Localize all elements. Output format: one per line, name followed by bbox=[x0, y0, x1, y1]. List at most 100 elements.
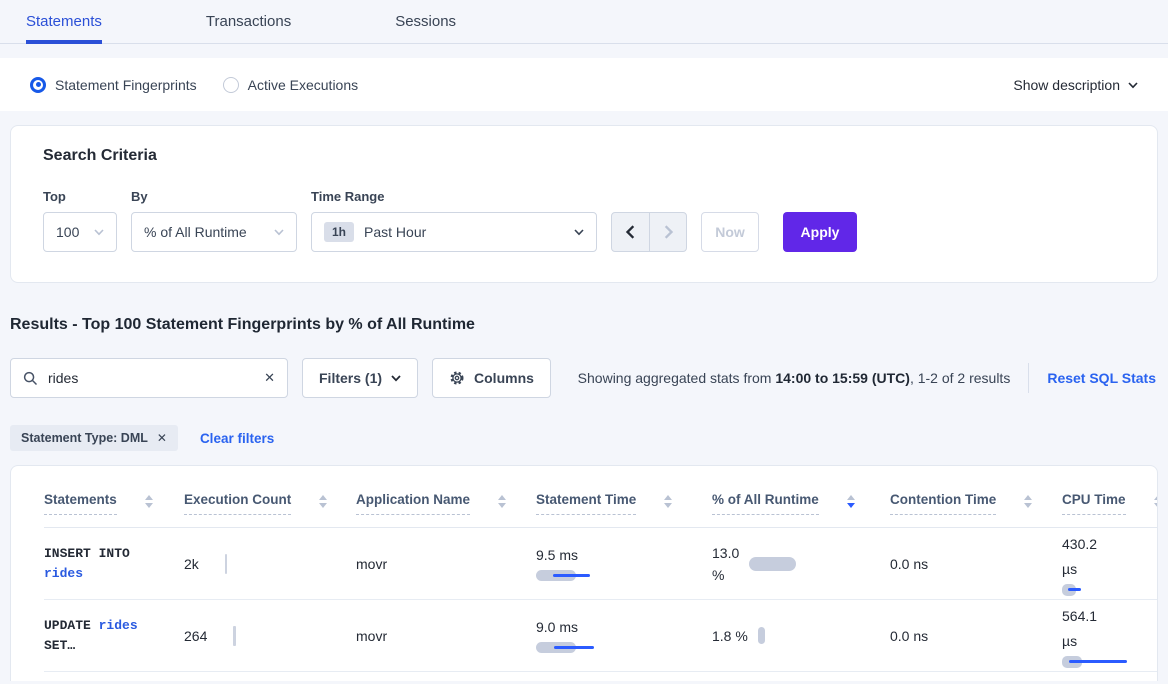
columns-button[interactable]: Columns bbox=[432, 358, 551, 398]
show-description-label: Show description bbox=[1013, 77, 1120, 93]
show-description-toggle[interactable]: Show description bbox=[1013, 77, 1138, 93]
now-button[interactable]: Now bbox=[701, 212, 759, 252]
search-input[interactable] bbox=[48, 370, 254, 386]
filters-button-label: Filters (1) bbox=[319, 370, 382, 386]
time-range-value: Past Hour bbox=[364, 224, 564, 240]
pct-runtime-bar bbox=[749, 557, 796, 571]
sort-icon[interactable] bbox=[145, 495, 153, 508]
top-label: Top bbox=[43, 189, 117, 204]
time-range-badge: 1h bbox=[324, 222, 354, 242]
column-header-execution-count[interactable]: Execution Count bbox=[184, 492, 356, 515]
table-row[interactable]: UPDATE rides SET… 264 movr 9.0 ms 1.8 % … bbox=[44, 600, 1157, 672]
table-header-row: Statements Execution Count Application N… bbox=[44, 466, 1157, 528]
statement-link[interactable]: rides bbox=[44, 566, 83, 581]
cpu-time-bar bbox=[1062, 656, 1082, 668]
sort-icon[interactable] bbox=[1024, 495, 1032, 508]
top-tab-bar: Statements Transactions Sessions bbox=[0, 0, 1168, 44]
statement-fingerprint[interactable]: UPDATE rides SET… bbox=[44, 616, 184, 656]
chevron-down-icon bbox=[94, 227, 104, 237]
view-toggle-band: Statement Fingerprints Active Executions… bbox=[0, 58, 1168, 111]
sort-icon[interactable] bbox=[319, 495, 327, 508]
results-toolbar: ✕ Filters (1) Columns Showing aggregated… bbox=[10, 358, 1158, 398]
radio-statement-fingerprints-label: Statement Fingerprints bbox=[55, 77, 197, 93]
pct-runtime-cell: 13.0% bbox=[712, 542, 890, 586]
contention-time-cell: 0.0 ns bbox=[890, 628, 1062, 644]
statement-search-box[interactable]: ✕ bbox=[10, 358, 288, 398]
results-status-text: Showing aggregated stats from 14:00 to 1… bbox=[578, 370, 1011, 386]
application-name-cell: movr bbox=[356, 628, 536, 644]
toolbar-divider bbox=[1028, 363, 1029, 393]
time-range-select[interactable]: 1h Past Hour bbox=[311, 212, 597, 252]
table-row[interactable]: INSERT INTO rides 2k movr 9.5 ms 13.0% 0… bbox=[44, 528, 1157, 600]
chevron-down-icon bbox=[391, 373, 401, 383]
chevron-down-icon bbox=[1128, 80, 1138, 90]
radio-selected-icon bbox=[30, 77, 46, 93]
chevron-right-icon bbox=[662, 225, 674, 239]
sort-icon-active-desc[interactable] bbox=[847, 495, 855, 508]
execution-count-cell: 2k bbox=[184, 554, 356, 574]
by-select[interactable]: % of All Runtime bbox=[131, 212, 297, 252]
remove-filter-icon[interactable]: ✕ bbox=[157, 431, 167, 445]
results-heading: Results - Top 100 Statement Fingerprints… bbox=[10, 316, 1158, 334]
filter-chip-statement-type[interactable]: Statement Type: DML ✕ bbox=[10, 425, 178, 451]
reset-sql-stats-link[interactable]: Reset SQL Stats bbox=[1047, 370, 1156, 386]
tab-transactions[interactable]: Transactions bbox=[206, 0, 291, 44]
pct-runtime-cell: 1.8 % bbox=[712, 625, 890, 647]
next-time-button[interactable] bbox=[649, 213, 686, 251]
top-select[interactable]: 100 bbox=[43, 212, 117, 252]
search-criteria-card: Search Criteria Top 100 By % of All Runt… bbox=[10, 125, 1158, 283]
statement-time-bar bbox=[536, 570, 576, 581]
tab-sessions[interactable]: Sessions bbox=[395, 0, 456, 44]
time-step-group bbox=[611, 212, 687, 252]
search-criteria-title: Search Criteria bbox=[43, 147, 1125, 165]
time-range-label: Time Range bbox=[311, 189, 597, 204]
filter-chip-row: Statement Type: DML ✕ Clear filters bbox=[10, 425, 1158, 451]
statement-time-cell: 9.0 ms bbox=[536, 619, 712, 653]
radio-active-executions-label: Active Executions bbox=[248, 77, 359, 93]
execution-count-bar bbox=[233, 626, 236, 646]
by-field: By % of All Runtime bbox=[131, 189, 297, 252]
pct-runtime-bar bbox=[758, 627, 765, 644]
sort-icon[interactable] bbox=[664, 495, 672, 508]
clear-filters-link[interactable]: Clear filters bbox=[200, 431, 274, 446]
radio-unselected-icon bbox=[223, 77, 239, 93]
contention-time-cell: 0.0 ns bbox=[890, 556, 1062, 572]
filters-button[interactable]: Filters (1) bbox=[302, 358, 418, 398]
columns-button-label: Columns bbox=[474, 370, 534, 386]
application-name-cell: movr bbox=[356, 556, 536, 572]
clear-search-icon[interactable]: ✕ bbox=[264, 370, 275, 386]
filter-chip-label: Statement Type: DML bbox=[21, 431, 148, 445]
sort-icon[interactable] bbox=[498, 495, 506, 508]
execution-count-cell: 264 bbox=[184, 626, 356, 646]
by-select-value: % of All Runtime bbox=[144, 224, 264, 240]
cpu-time-cell: 430.2µs bbox=[1062, 532, 1157, 596]
chevron-left-icon bbox=[625, 225, 637, 239]
column-header-contention-time[interactable]: Contention Time bbox=[890, 492, 1062, 515]
radio-active-executions[interactable]: Active Executions bbox=[223, 77, 359, 93]
previous-time-button[interactable] bbox=[612, 213, 649, 251]
column-header-statements[interactable]: Statements bbox=[44, 492, 184, 515]
column-header-application-name[interactable]: Application Name bbox=[356, 492, 536, 515]
top-select-value: 100 bbox=[56, 224, 84, 240]
statement-time-cell: 9.5 ms bbox=[536, 547, 712, 581]
statement-time-bar bbox=[536, 642, 576, 653]
sort-icon[interactable] bbox=[1154, 495, 1158, 508]
execution-count-bar bbox=[225, 554, 228, 574]
chevron-down-icon bbox=[274, 227, 284, 237]
search-icon bbox=[23, 371, 38, 386]
status-time-range: 14:00 to 15:59 (UTC) bbox=[775, 370, 910, 386]
statement-link[interactable]: rides bbox=[99, 618, 138, 633]
time-range-field: Time Range 1h Past Hour bbox=[311, 189, 597, 252]
column-header-pct-runtime[interactable]: % of All Runtime bbox=[712, 492, 890, 515]
by-label: By bbox=[131, 189, 297, 204]
statement-fingerprint[interactable]: INSERT INTO rides bbox=[44, 544, 184, 584]
column-header-statement-time[interactable]: Statement Time bbox=[536, 492, 712, 515]
apply-button[interactable]: Apply bbox=[783, 212, 857, 252]
statements-table: Statements Execution Count Application N… bbox=[10, 465, 1158, 681]
radio-statement-fingerprints[interactable]: Statement Fingerprints bbox=[30, 77, 197, 93]
chevron-down-icon bbox=[574, 227, 584, 237]
column-header-cpu-time[interactable]: CPU Time bbox=[1062, 492, 1158, 515]
gear-icon bbox=[449, 370, 465, 386]
tab-statements[interactable]: Statements bbox=[26, 0, 102, 44]
cpu-time-cell: 564.1µs bbox=[1062, 604, 1157, 668]
